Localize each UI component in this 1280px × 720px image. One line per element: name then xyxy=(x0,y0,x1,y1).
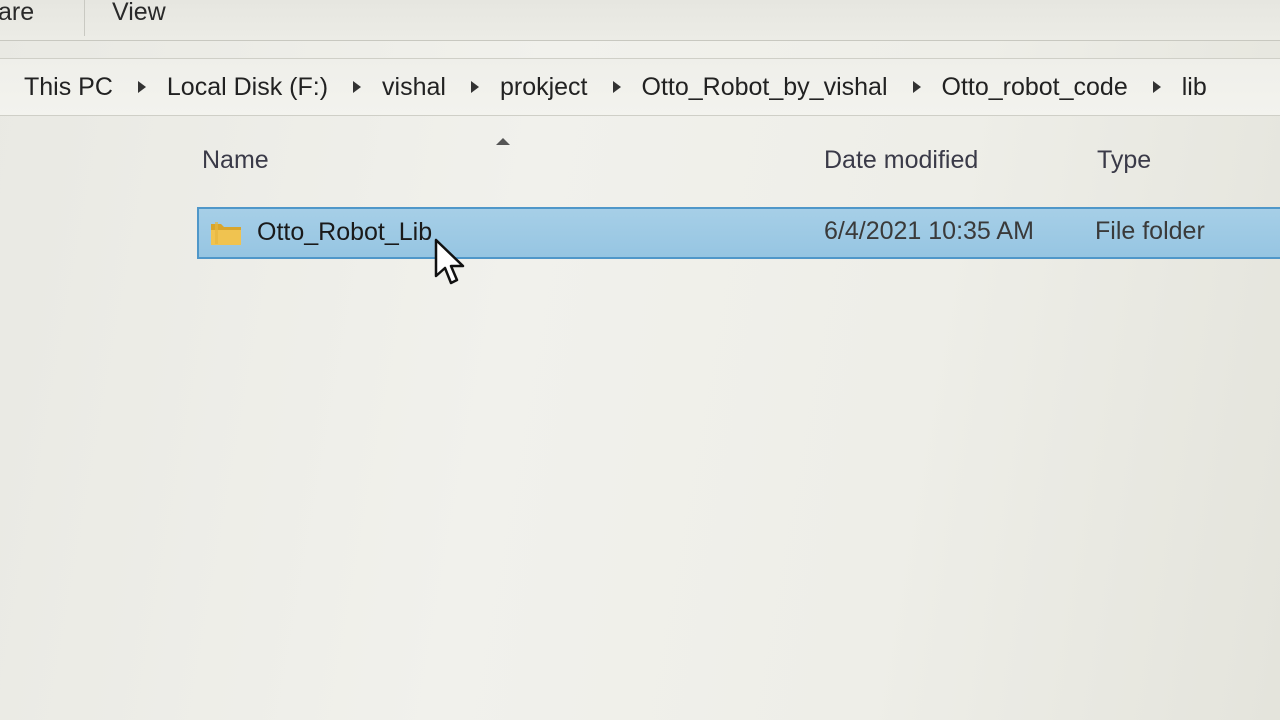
ribbon-divider xyxy=(84,0,85,36)
folder-icon xyxy=(211,222,241,245)
chevron-right-icon[interactable] xyxy=(137,81,146,93)
column-header-date-modified[interactable]: Date modified xyxy=(824,146,978,175)
ribbon: are View xyxy=(0,0,1280,41)
file-name: Otto_Robot_Lib xyxy=(257,218,433,246)
ribbon-tab-share[interactable]: are xyxy=(0,0,34,27)
ribbon-tab-view[interactable]: View xyxy=(112,0,166,27)
breadcrumb-vishal[interactable]: vishal xyxy=(382,73,446,102)
chevron-right-icon[interactable] xyxy=(912,81,921,93)
chevron-right-icon[interactable] xyxy=(353,81,362,93)
column-header-name[interactable]: Name xyxy=(202,146,269,175)
address-bar[interactable]: This PC Local Disk (F:) vishal prokject … xyxy=(0,58,1280,116)
breadcrumb: This PC Local Disk (F:) vishal prokject … xyxy=(24,69,1207,105)
breadcrumb-this-pc[interactable]: This PC xyxy=(24,73,113,102)
chevron-right-icon[interactable] xyxy=(470,81,479,93)
breadcrumb-local-disk[interactable]: Local Disk (F:) xyxy=(167,73,328,102)
chevron-right-icon[interactable] xyxy=(612,81,621,93)
sort-up-icon xyxy=(496,138,510,145)
breadcrumb-otto-robot-by-vishal[interactable]: Otto_Robot_by_vishal xyxy=(642,73,888,102)
breadcrumb-otto-robot-code[interactable]: Otto_robot_code xyxy=(942,73,1128,102)
file-type: File folder xyxy=(1095,217,1205,245)
file-date-modified: 6/4/2021 10:35 AM xyxy=(824,217,1034,245)
breadcrumb-prokject[interactable]: prokject xyxy=(500,73,588,102)
chevron-right-icon[interactable] xyxy=(1152,81,1161,93)
file-row[interactable]: Otto_Robot_Lib 6/4/2021 10:35 AM File fo… xyxy=(197,207,1280,259)
breadcrumb-lib[interactable]: lib xyxy=(1182,73,1207,102)
column-header-type[interactable]: Type xyxy=(1097,146,1151,175)
